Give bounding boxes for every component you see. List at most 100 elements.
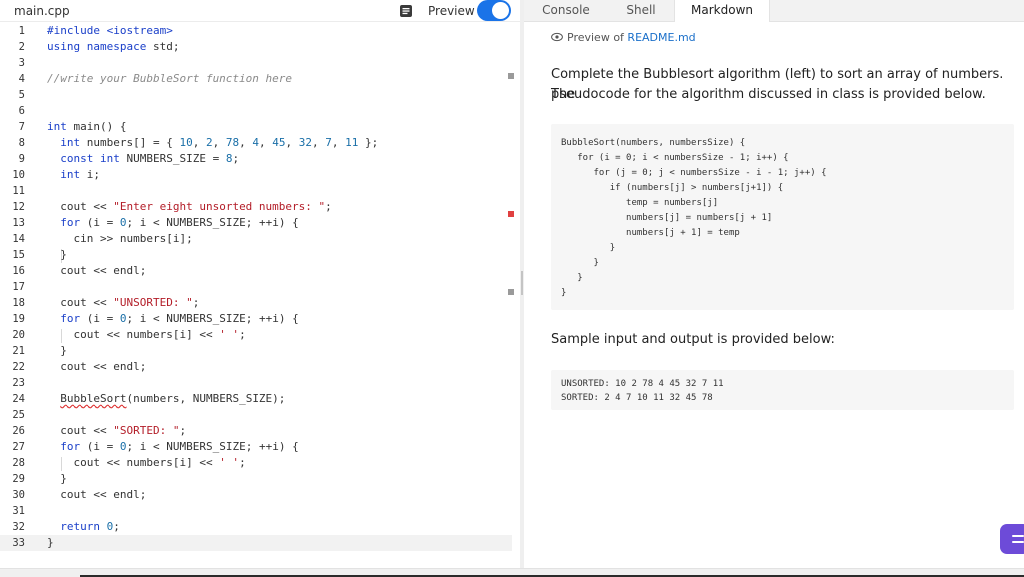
code-token: numbers[] = { <box>80 136 180 149</box>
code-token: }; <box>358 136 379 149</box>
code-line[interactable]: 6 <box>0 103 512 119</box>
code-line[interactable]: 7 int main() { <box>0 119 512 135</box>
code-line[interactable]: 20 cout << numbers[i] << ' '; <box>0 327 512 343</box>
output-tabbar: Console Shell Markdown <box>524 0 1024 22</box>
tab-markdown[interactable]: Markdown <box>674 0 770 22</box>
code-line[interactable]: 10 int i; <box>0 167 512 183</box>
code-line[interactable]: 18 cout << "UNSORTED: "; <box>0 295 512 311</box>
code-token: 2 <box>205 136 213 149</box>
line-number: 1 <box>18 25 25 37</box>
book-icon[interactable] <box>399 4 413 18</box>
code-line[interactable]: 5 <box>0 87 512 103</box>
code-line[interactable]: 13 for (i = 0; i < NUMBERS_SIZE; ++i) { <box>0 215 512 231</box>
code-line[interactable]: 19 for (i = 0; i < NUMBERS_SIZE; ++i) { <box>0 311 512 327</box>
code-line[interactable]: 33} <box>0 535 512 551</box>
code-text: int numbers[] = { 10, 2, 78, 4, 45, 32, … <box>47 135 378 151</box>
code-line[interactable]: 11 <box>0 183 512 199</box>
preview-toggle[interactable] <box>477 0 511 21</box>
tab-console[interactable]: Console <box>524 0 608 22</box>
menu-fab[interactable] <box>1000 524 1024 554</box>
eye-icon <box>551 32 563 42</box>
code-token: //write your BubbleSort function here <box>47 72 293 85</box>
code-line[interactable]: 25 <box>0 407 512 423</box>
code-token: main() { <box>66 120 127 133</box>
preview-label[interactable]: Preview <box>428 4 475 18</box>
code-token: cout << numbers[i] << <box>47 328 220 341</box>
line-number: 19 <box>12 313 25 325</box>
code-token: 0 <box>119 312 127 325</box>
code-token: 4 <box>252 136 259 149</box>
pseudocode-line: } <box>561 258 599 268</box>
pseudocode-line: for (i = 0; i < numbersSize - 1; i++) { <box>561 153 789 163</box>
code-text: BubbleSort(numbers, NUMBERS_SIZE); <box>47 391 285 407</box>
line-number: 8 <box>18 137 25 149</box>
code-line[interactable]: 29 } <box>0 471 512 487</box>
code-line[interactable]: 32 return 0; <box>0 519 512 535</box>
code-line[interactable]: 31 <box>0 503 512 519</box>
code-token: 10 <box>179 136 193 149</box>
code-token: int <box>60 136 81 149</box>
code-text: cout << numbers[i] << ' '; <box>47 327 245 343</box>
code-token: (i = <box>80 312 120 325</box>
line-number: 13 <box>12 217 25 229</box>
code-text: using namespace std; <box>47 39 179 55</box>
code-line[interactable]: 27 for (i = 0; i < NUMBERS_SIZE; ++i) { <box>0 439 512 455</box>
code-line[interactable]: 8 int numbers[] = { 10, 2, 78, 4, 45, 32… <box>0 135 512 151</box>
file-tab-main-cpp[interactable]: main.cpp <box>14 4 70 18</box>
code-line[interactable]: 12 cout << "Enter eight unsorted numbers… <box>0 199 512 215</box>
code-text: for (i = 0; i < NUMBERS_SIZE; ++i) { <box>47 215 298 231</box>
code-token: cout << endl; <box>47 488 147 501</box>
horizontal-scrollbar[interactable] <box>0 568 1024 577</box>
code-line[interactable]: 9 const int NUMBERS_SIZE = 8; <box>0 151 512 167</box>
line-number: 22 <box>12 361 25 373</box>
code-token: , <box>285 136 299 149</box>
line-number: 7 <box>18 121 25 133</box>
code-token: cout << <box>47 200 114 213</box>
code-token: "SORTED: " <box>113 424 180 437</box>
code-token: ; <box>179 424 187 437</box>
code-line[interactable]: 24 BubbleSort(numbers, NUMBERS_SIZE); <box>0 391 512 407</box>
code-line[interactable]: 1 #include <iostream> <box>0 23 512 39</box>
code-token: 7 <box>325 136 332 149</box>
tab-shell[interactable]: Shell <box>608 0 674 22</box>
code-editor[interactable]: 1 #include <iostream> 2 using namespace std… <box>0 23 520 553</box>
code-token: (i = <box>80 216 120 229</box>
code-line[interactable]: 21 } <box>0 343 512 359</box>
code-line[interactable]: 2 using namespace std; <box>0 39 512 55</box>
line-number: 24 <box>12 393 25 405</box>
code-line[interactable]: 14 cin >> numbers[i]; <box>0 231 512 247</box>
code-token: ; <box>192 296 200 309</box>
code-token: ' ' <box>219 328 240 341</box>
code-line[interactable]: 15 } <box>0 247 512 263</box>
code-token: cout << <box>47 424 114 437</box>
code-line[interactable]: 16 cout << endl; <box>0 263 512 279</box>
line-number: 11 <box>12 185 25 197</box>
code-line[interactable]: 22 cout << endl; <box>0 359 512 375</box>
code-line[interactable]: 26 cout << "SORTED: "; <box>0 423 512 439</box>
readme-link[interactable]: README.md <box>627 31 695 44</box>
code-line[interactable]: 17 <box>0 279 512 295</box>
code-token: , <box>192 136 206 149</box>
code-token: "Enter eight unsorted numbers: " <box>113 200 326 213</box>
code-token: cout << endl; <box>47 360 147 373</box>
code-line[interactable]: 23 <box>0 375 512 391</box>
code-line[interactable]: 3 <box>0 55 512 71</box>
editor-pane: main.cpp Preview 1 #include <iostream> 2 us… <box>0 0 520 568</box>
code-token: int <box>60 168 81 181</box>
splitter-handle[interactable] <box>521 271 523 295</box>
sample-text: Sample input and output is provided belo… <box>551 332 835 347</box>
code-text: return 0; <box>47 519 120 535</box>
code-token: "UNSORTED: " <box>113 296 193 309</box>
code-line[interactable]: 30 cout << endl; <box>0 487 512 503</box>
menu-icon <box>1012 535 1024 537</box>
code-token: 32 <box>298 136 312 149</box>
code-token: return <box>60 520 100 533</box>
code-line[interactable]: 4 //write your BubbleSort function here <box>0 71 512 87</box>
line-number: 23 <box>12 377 25 389</box>
code-text: //write your BubbleSort function here <box>47 71 292 87</box>
code-line[interactable]: 28 cout << numbers[i] << ' '; <box>0 455 512 471</box>
code-text: cout << endl; <box>47 359 146 375</box>
